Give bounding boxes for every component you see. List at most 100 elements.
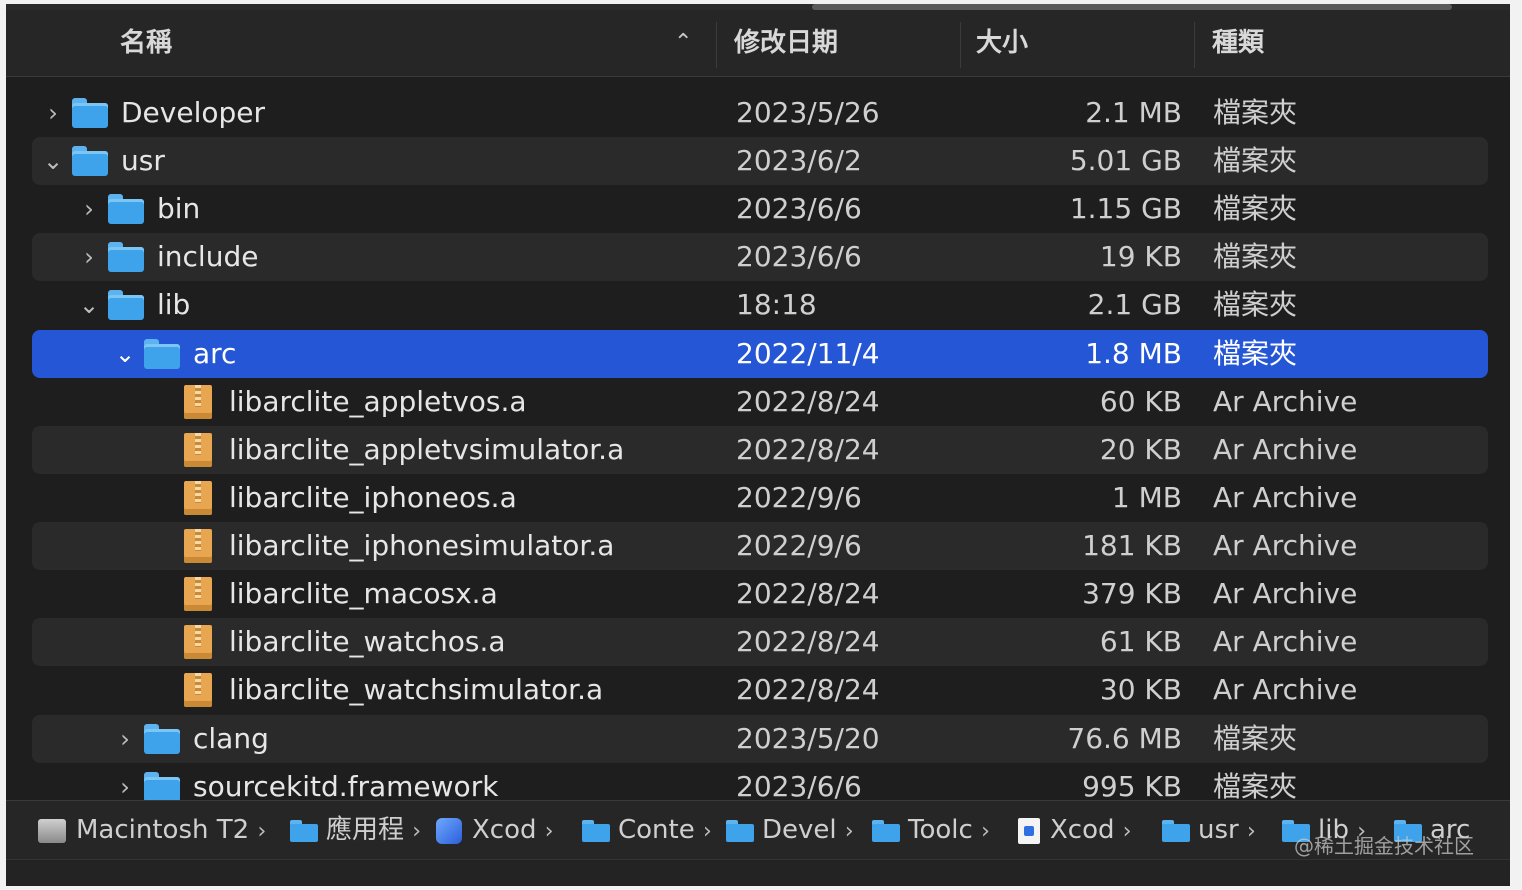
chevron-right-icon[interactable]: › <box>112 715 138 763</box>
table-row[interactable]: › clang 2023/5/20 76.6 MB 檔案夾 <box>32 715 1488 763</box>
table-row[interactable]: libarclite_iphoneos.a 2022/9/6 1 MB Ar A… <box>32 474 1488 522</box>
file-name: libarclite_watchsimulator.a <box>229 673 604 706</box>
path-item-label: Xcod <box>472 815 537 845</box>
file-size: 995 KB <box>1082 770 1182 803</box>
table-row[interactable]: › include 2023/6/6 19 KB 檔案夾 <box>32 233 1488 281</box>
file-size: 1 MB <box>1111 481 1182 514</box>
archive-icon <box>184 385 212 419</box>
chevron-right-icon[interactable]: › <box>76 185 102 233</box>
path-item-toolchains[interactable]: Toolc › <box>872 801 990 859</box>
chevron-right-icon: › <box>981 819 990 844</box>
column-divider[interactable] <box>716 22 717 68</box>
table-row[interactable]: libarclite_watchsimulator.a 2022/8/24 30… <box>32 666 1488 714</box>
file-name: libarclite_appletvsimulator.a <box>229 433 625 466</box>
file-date: 18:18 <box>736 288 817 321</box>
path-item-xcode[interactable]: Xcod › <box>436 801 554 859</box>
chevron-right-icon: › <box>844 819 854 844</box>
file-date: 2022/11/4 <box>736 337 880 370</box>
chevron-down-icon[interactable]: ⌄ <box>76 281 102 329</box>
folder-icon <box>1162 819 1190 842</box>
file-size: 61 KB <box>1099 625 1182 658</box>
file-size: 379 KB <box>1082 577 1182 610</box>
file-size: 2.1 MB <box>1085 96 1182 129</box>
file-size: 1.8 MB <box>1085 337 1182 370</box>
table-row[interactable]: › sourcekitd.framework 2023/6/6 995 KB 檔… <box>32 763 1488 803</box>
file-kind: 檔案夾 <box>1213 240 1298 273</box>
path-item-contents[interactable]: Conte › <box>582 801 712 859</box>
table-row-selected[interactable]: ⌄ arc 2022/11/4 1.8 MB 檔案夾 <box>32 330 1488 378</box>
chevron-down-icon[interactable]: ⌄ <box>40 137 66 185</box>
folder-icon <box>726 819 754 842</box>
file-kind: 檔案夾 <box>1213 144 1298 177</box>
chevron-right-icon: › <box>544 819 554 844</box>
table-row[interactable]: libarclite_iphonesimulator.a 2022/9/6 18… <box>32 522 1488 570</box>
archive-icon <box>184 673 212 707</box>
file-date: 2022/8/24 <box>736 625 880 658</box>
file-date: 2022/9/6 <box>736 481 862 514</box>
file-kind: 檔案夾 <box>1213 96 1298 129</box>
column-divider[interactable] <box>1194 22 1195 68</box>
path-item-applications[interactable]: 應用程 › <box>290 801 421 859</box>
column-header-kind[interactable]: 種類 <box>1212 10 1264 76</box>
path-item-xcode-toolchain[interactable]: Xcod › <box>1018 801 1132 859</box>
path-item-label: 應用程 <box>326 815 405 845</box>
file-name: lib <box>157 288 191 321</box>
file-name: libarclite_iphoneos.a <box>229 481 517 514</box>
column-divider[interactable] <box>960 22 961 68</box>
chevron-right-icon[interactable]: › <box>76 233 102 281</box>
folder-icon <box>72 98 108 128</box>
table-row[interactable]: › Developer 2023/5/26 2.1 MB 檔案夾 <box>32 89 1488 137</box>
path-bar: Macintosh T2 › 應用程 › Xcod › Conte › Deve… <box>6 800 1510 859</box>
chevron-right-icon[interactable]: › <box>40 89 66 137</box>
file-name: include <box>157 240 259 273</box>
chevron-right-icon[interactable]: › <box>112 763 138 803</box>
path-item-usr[interactable]: usr › <box>1162 801 1256 859</box>
file-size: 5.01 GB <box>1069 144 1182 177</box>
folder-icon <box>108 290 144 320</box>
file-date: 2022/8/24 <box>736 673 880 706</box>
file-name: clang <box>193 722 269 755</box>
table-row[interactable]: libarclite_macosx.a 2022/8/24 379 KB Ar … <box>32 570 1488 618</box>
chevron-up-icon[interactable]: ⌃ <box>674 10 692 76</box>
file-date: 2023/5/26 <box>736 96 880 129</box>
path-item-label: Devel <box>762 815 837 845</box>
table-row[interactable]: ⌄ lib 18:18 2.1 GB 檔案夾 <box>32 281 1488 329</box>
file-kind: 檔案夾 <box>1213 722 1298 755</box>
column-header-date[interactable]: 修改日期 <box>734 10 838 76</box>
path-item-developer[interactable]: Devel › <box>726 801 854 859</box>
table-row[interactable]: libarclite_appletvos.a 2022/8/24 60 KB A… <box>32 378 1488 426</box>
file-date: 2023/5/20 <box>736 722 880 755</box>
xcode-app-icon <box>436 817 462 844</box>
chevron-down-icon[interactable]: ⌄ <box>112 330 138 378</box>
path-item-disk[interactable]: Macintosh T2 › <box>38 801 266 859</box>
column-header-name[interactable]: 名稱 <box>120 10 172 76</box>
table-row[interactable]: libarclite_appletvsimulator.a 2022/8/24 … <box>32 426 1488 474</box>
file-size: 60 KB <box>1099 385 1182 418</box>
file-name: libarclite_macosx.a <box>229 577 498 610</box>
chevron-right-icon: › <box>412 819 422 844</box>
column-header-size[interactable]: 大小 <box>976 10 1028 76</box>
file-kind: Ar Archive <box>1213 625 1358 658</box>
document-icon <box>1018 817 1040 844</box>
table-row[interactable]: libarclite_watchos.a 2022/8/24 61 KB Ar … <box>32 618 1488 666</box>
chevron-right-icon: › <box>1246 819 1256 844</box>
folder-icon <box>582 819 610 842</box>
file-date: 2023/6/2 <box>736 144 862 177</box>
column-header: 名稱 ⌃ 修改日期 大小 種類 <box>6 10 1510 77</box>
table-row[interactable]: ⌄ usr 2023/6/2 5.01 GB 檔案夾 <box>32 137 1488 185</box>
file-size: 30 KB <box>1099 673 1182 706</box>
file-name: libarclite_iphonesimulator.a <box>229 529 615 562</box>
folder-icon <box>144 339 180 369</box>
file-size: 1.15 GB <box>1069 192 1182 225</box>
folder-icon <box>72 146 108 176</box>
file-date: 2022/8/24 <box>736 433 880 466</box>
file-kind: Ar Archive <box>1213 481 1358 514</box>
table-row[interactable]: › bin 2023/6/6 1.15 GB 檔案夾 <box>32 185 1488 233</box>
archive-icon <box>184 529 212 563</box>
archive-icon <box>184 481 212 515</box>
file-kind: Ar Archive <box>1213 577 1358 610</box>
file-name: bin <box>157 192 201 225</box>
archive-icon <box>184 625 212 659</box>
file-date: 2023/6/6 <box>736 770 862 803</box>
file-name: arc <box>193 337 237 370</box>
